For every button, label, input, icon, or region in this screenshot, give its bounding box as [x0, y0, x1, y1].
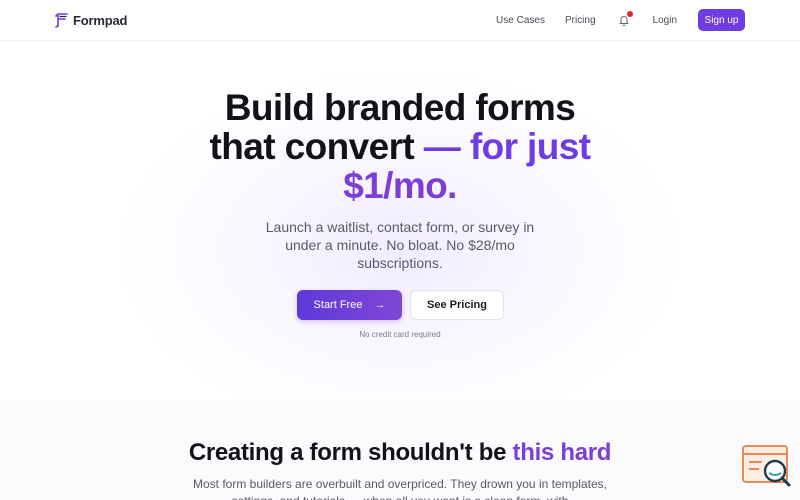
hero-subtitle: Launch a waitlist, contact form, or surv… [265, 219, 535, 271]
hero-title-line2: that convert [209, 126, 424, 167]
brand-logo[interactable]: Formpad [55, 12, 127, 28]
start-free-button[interactable]: Start Free → [297, 290, 402, 320]
no-credit-card-note: No credit card required [359, 330, 441, 339]
nav-link-pricing[interactable]: Pricing [565, 15, 596, 26]
hero-cta-group: Start Free → See Pricing [297, 290, 504, 320]
login-link[interactable]: Login [653, 15, 677, 26]
formpad-logo-icon [55, 13, 68, 28]
hero-title-price: $1/mo. [343, 165, 457, 206]
start-free-label: Start Free [313, 299, 363, 311]
section-problem-title-start: Creating a form shouldn't be [188, 439, 513, 466]
nav-link-use-cases[interactable]: Use Cases [496, 15, 545, 26]
section-problem-body: Most form builders are overbuilt and ove… [193, 477, 607, 500]
feedback-widget-button[interactable] [742, 445, 794, 489]
nav-menu: Use Cases Pricing Login Sign up [496, 9, 745, 31]
hero-title-line1: Build branded forms [224, 87, 576, 128]
see-pricing-button[interactable]: See Pricing [410, 290, 504, 320]
notification-button[interactable] [618, 11, 633, 26]
top-navbar: Formpad Use Cases Pricing Login Sign up [0, 0, 800, 41]
notification-badge [626, 11, 633, 17]
hero-title: Build branded forms that convert — for j… [0, 88, 800, 205]
section-problem-title: Creating a form shouldn't be this hard [0, 439, 800, 467]
arrow-right-icon: → [374, 299, 386, 311]
signup-button[interactable]: Sign up [698, 9, 745, 31]
brand-name: Formpad [73, 12, 128, 28]
section-problem-title-accent: this hard [512, 439, 612, 466]
hero-title-accent: — for just [423, 126, 591, 167]
form-search-widget-icon [742, 445, 791, 487]
